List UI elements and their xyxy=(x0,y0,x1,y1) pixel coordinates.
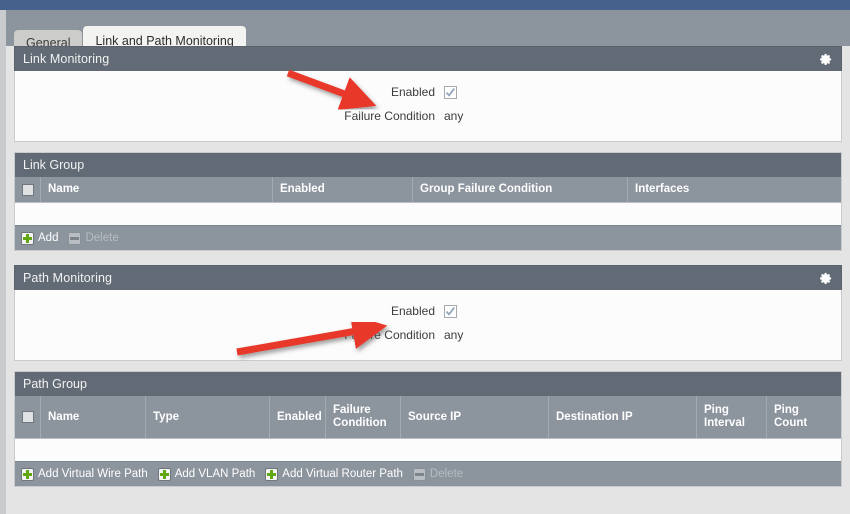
link-group-column-name[interactable]: Name xyxy=(41,177,273,202)
minus-icon xyxy=(68,231,82,245)
minus-icon xyxy=(412,467,426,481)
link-group-toolbar: Add Delete xyxy=(15,225,841,250)
link-monitoring-title: Link Monitoring xyxy=(23,52,110,66)
link-group-select-all-cell[interactable] xyxy=(15,177,41,202)
link-group-title: Link Group xyxy=(23,158,85,172)
path-monitoring-panel: Path Monitoring Enabled Failure Conditio… xyxy=(14,265,842,361)
tab-strip-left-edge xyxy=(0,10,6,46)
path-group-empty-body xyxy=(15,438,841,461)
link-group-table: Link Group Name Enabled Group Failure Co… xyxy=(14,152,842,251)
link-monitoring-header: Link Monitoring xyxy=(14,46,842,71)
path-group-add-virtual-wire-path-button[interactable]: Add Virtual Wire Path xyxy=(21,467,148,481)
path-group-column-source-ip[interactable]: Source IP xyxy=(401,396,549,438)
path-monitoring-failure-condition-label: Failure Condition xyxy=(344,328,435,342)
path-group-add-virtual-wire-path-label: Add Virtual Wire Path xyxy=(38,468,148,480)
path-group-column-name[interactable]: Name xyxy=(41,396,146,438)
path-monitoring-enabled-checkbox[interactable] xyxy=(444,304,457,318)
path-monitoring-failure-condition-value[interactable]: any xyxy=(444,328,463,342)
link-monitoring-failure-condition-value[interactable]: any xyxy=(444,109,463,123)
gear-icon[interactable] xyxy=(818,271,833,286)
path-group-column-destination-ip[interactable]: Destination IP xyxy=(549,396,697,438)
link-monitoring-failure-condition-row: Failure Condition any xyxy=(15,105,841,127)
path-group-delete-button[interactable]: Delete xyxy=(412,467,464,481)
link-group-add-label: Add xyxy=(38,232,59,244)
path-group-column-enabled[interactable]: Enabled xyxy=(270,396,326,438)
plus-icon xyxy=(265,467,279,481)
link-group-header: Link Group xyxy=(15,153,841,177)
link-monitoring-body: Enabled Failure Condition any xyxy=(14,71,842,142)
link-group-delete-label: Delete xyxy=(85,232,119,244)
path-group-select-all-cell[interactable] xyxy=(15,396,41,438)
path-group-add-virtual-router-path-label: Add Virtual Router Path xyxy=(282,468,403,480)
content-area: Link Monitoring Enabled Failure Conditio… xyxy=(14,46,842,499)
gear-icon[interactable] xyxy=(818,52,833,67)
link-group-column-enabled[interactable]: Enabled xyxy=(273,177,413,202)
plus-icon xyxy=(157,467,171,481)
link-monitoring-enabled-label: Enabled xyxy=(390,85,435,99)
path-group-column-headers: Name Type Enabled Failure Condition Sour… xyxy=(15,396,841,438)
path-group-column-ping-interval[interactable]: Ping Interval xyxy=(697,396,767,438)
link-group-column-interfaces[interactable]: Interfaces xyxy=(628,177,841,202)
path-monitoring-title: Path Monitoring xyxy=(23,271,113,285)
path-monitoring-enabled-label: Enabled xyxy=(390,304,435,318)
path-group-select-all-checkbox[interactable] xyxy=(21,411,34,423)
link-group-empty-body xyxy=(15,202,841,225)
path-monitoring-body: Enabled Failure Condition any xyxy=(14,290,842,361)
path-group-add-vlan-path-label: Add VLAN Path xyxy=(174,468,256,480)
link-monitoring-failure-condition-label: Failure Condition xyxy=(344,109,435,123)
path-group-column-type[interactable]: Type xyxy=(146,396,270,438)
tab-strip: General Link and Path Monitoring xyxy=(0,10,850,56)
link-group-select-all-checkbox[interactable] xyxy=(21,183,34,196)
link-group-add-button[interactable]: Add xyxy=(21,231,59,245)
path-group-add-vlan-path-button[interactable]: Add VLAN Path xyxy=(157,467,256,481)
path-monitoring-header: Path Monitoring xyxy=(14,265,842,290)
path-monitoring-enabled-row: Enabled xyxy=(15,300,841,322)
link-group-column-headers: Name Enabled Group Failure Condition Int… xyxy=(15,177,841,202)
top-accent-bar xyxy=(0,0,850,10)
link-group-column-group-failure-condition[interactable]: Group Failure Condition xyxy=(413,177,628,202)
path-group-delete-label: Delete xyxy=(429,468,464,480)
path-group-add-virtual-router-path-button[interactable]: Add Virtual Router Path xyxy=(265,467,403,481)
link-monitoring-panel: Link Monitoring Enabled Failure Conditio… xyxy=(14,46,842,142)
link-monitoring-enabled-checkbox[interactable] xyxy=(444,85,457,99)
link-group-delete-button[interactable]: Delete xyxy=(68,231,119,245)
plus-icon xyxy=(21,467,34,481)
path-group-toolbar: Add Virtual Wire Path Add VLAN Path Add … xyxy=(15,461,841,486)
page-body: Link Monitoring Enabled Failure Conditio… xyxy=(0,46,850,514)
path-monitoring-failure-condition-row: Failure Condition any xyxy=(15,324,841,346)
path-group-title: Path Group xyxy=(23,377,87,391)
plus-icon xyxy=(21,231,34,245)
path-group-column-ping-count[interactable]: Ping Count xyxy=(767,396,841,438)
link-monitoring-enabled-row: Enabled xyxy=(15,81,841,103)
left-rail xyxy=(0,46,6,514)
path-group-header: Path Group xyxy=(15,372,841,396)
path-group-table: Path Group Name Type Enabled Failure Con… xyxy=(14,371,842,487)
path-group-column-failure-condition[interactable]: Failure Condition xyxy=(326,396,401,438)
